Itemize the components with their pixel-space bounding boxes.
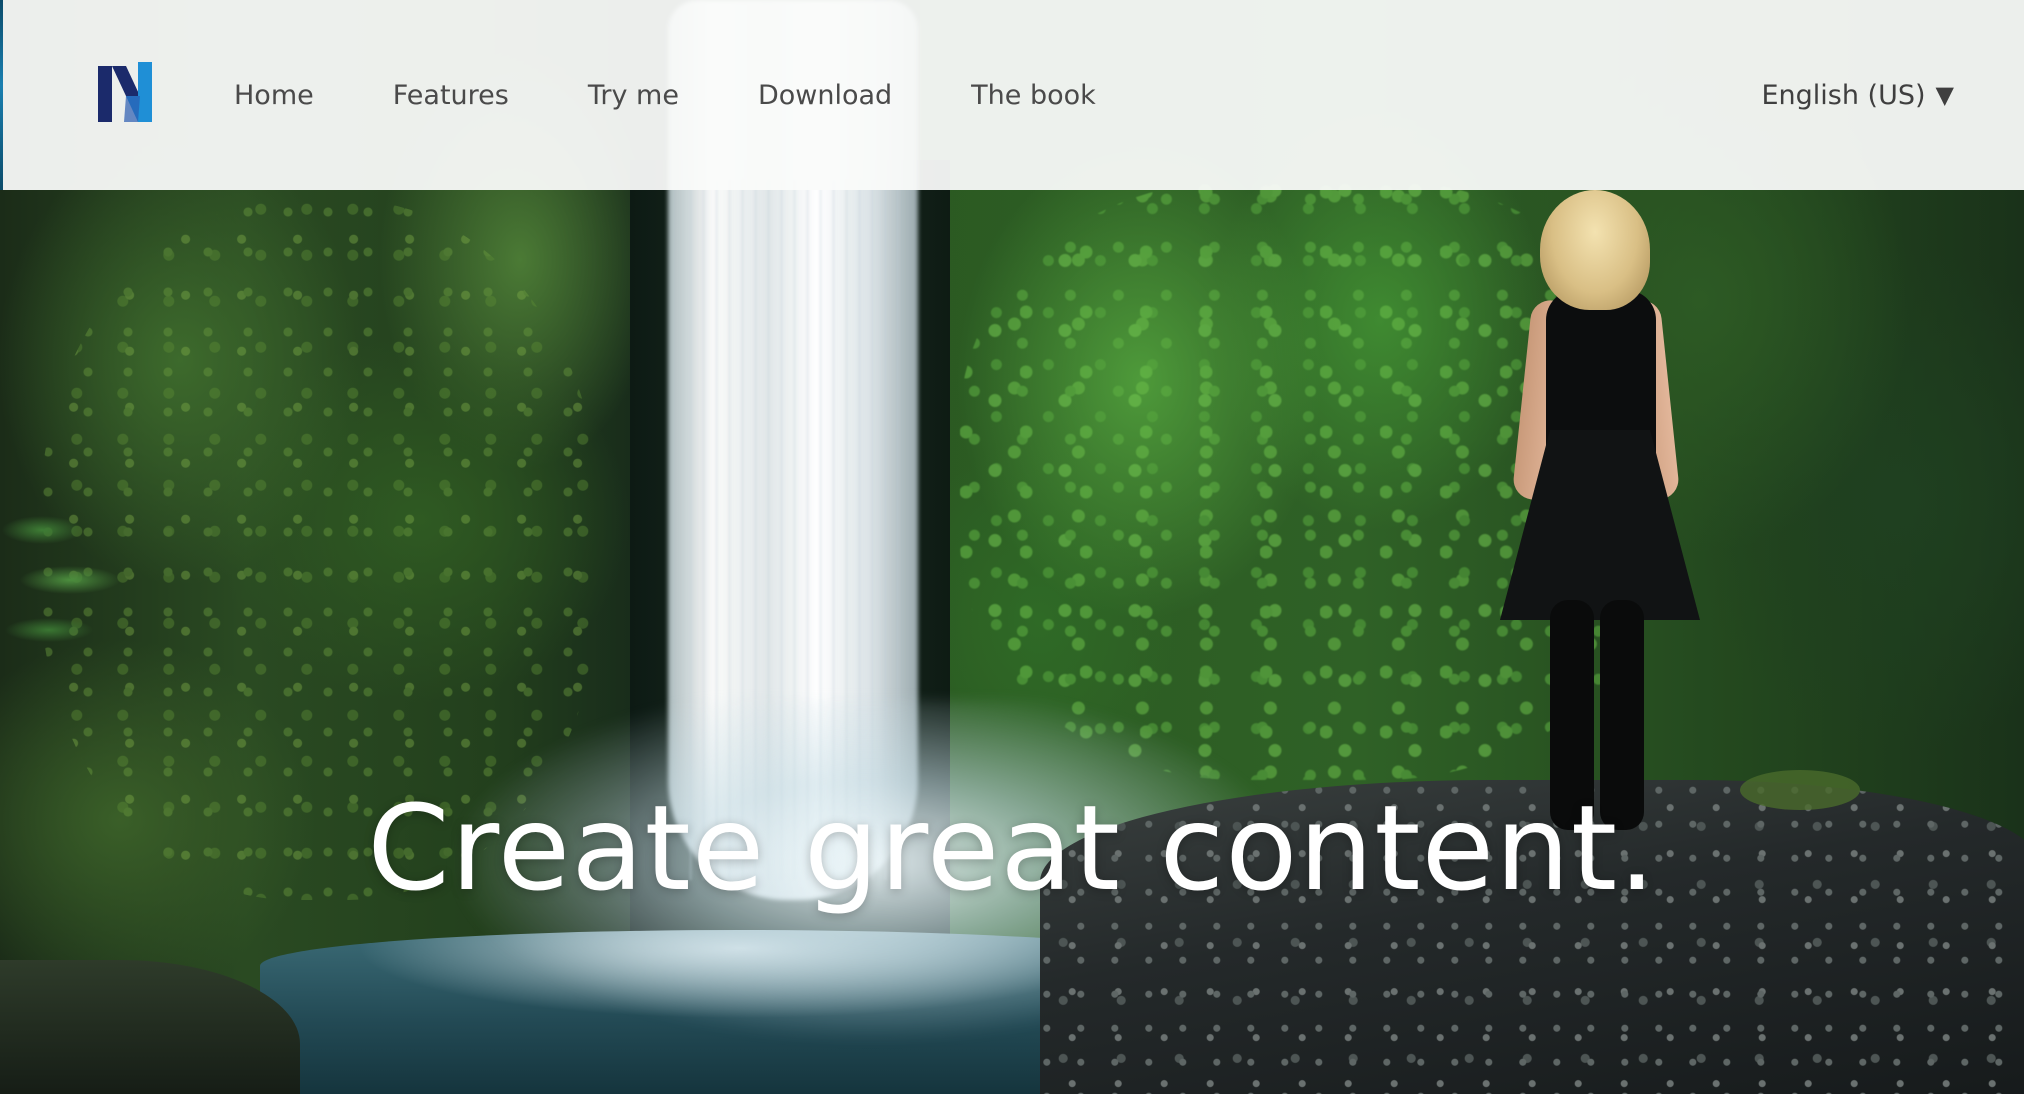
- nav-item-home[interactable]: Home: [234, 80, 314, 111]
- page: Home Features Try me Download The book E…: [0, 0, 2024, 1094]
- nav-item-the-book[interactable]: The book: [971, 80, 1096, 111]
- chevron-down-icon: ▼: [1935, 81, 1954, 109]
- nav-item-try-me[interactable]: Try me: [588, 80, 679, 111]
- hero-headline-text: Create great content.: [367, 779, 1657, 918]
- woman-figure: [1490, 190, 1710, 850]
- n-logo-icon[interactable]: [96, 60, 154, 124]
- language-selector[interactable]: English (US) ▼: [1761, 0, 1954, 190]
- main-nav: Home Features Try me Download The book: [234, 0, 1175, 190]
- language-selector-label: English (US): [1761, 79, 1926, 111]
- woman-hair: [1540, 190, 1650, 310]
- logo-svg: [98, 62, 152, 122]
- fern-left: [0, 490, 140, 690]
- hero-headline: Create great content.: [0, 779, 2024, 917]
- nav-item-features[interactable]: Features: [393, 80, 509, 111]
- site-header: Home Features Try me Download The book E…: [0, 0, 2024, 190]
- window-edge-stripe: [0, 0, 3, 190]
- nav-item-download[interactable]: Download: [758, 80, 892, 111]
